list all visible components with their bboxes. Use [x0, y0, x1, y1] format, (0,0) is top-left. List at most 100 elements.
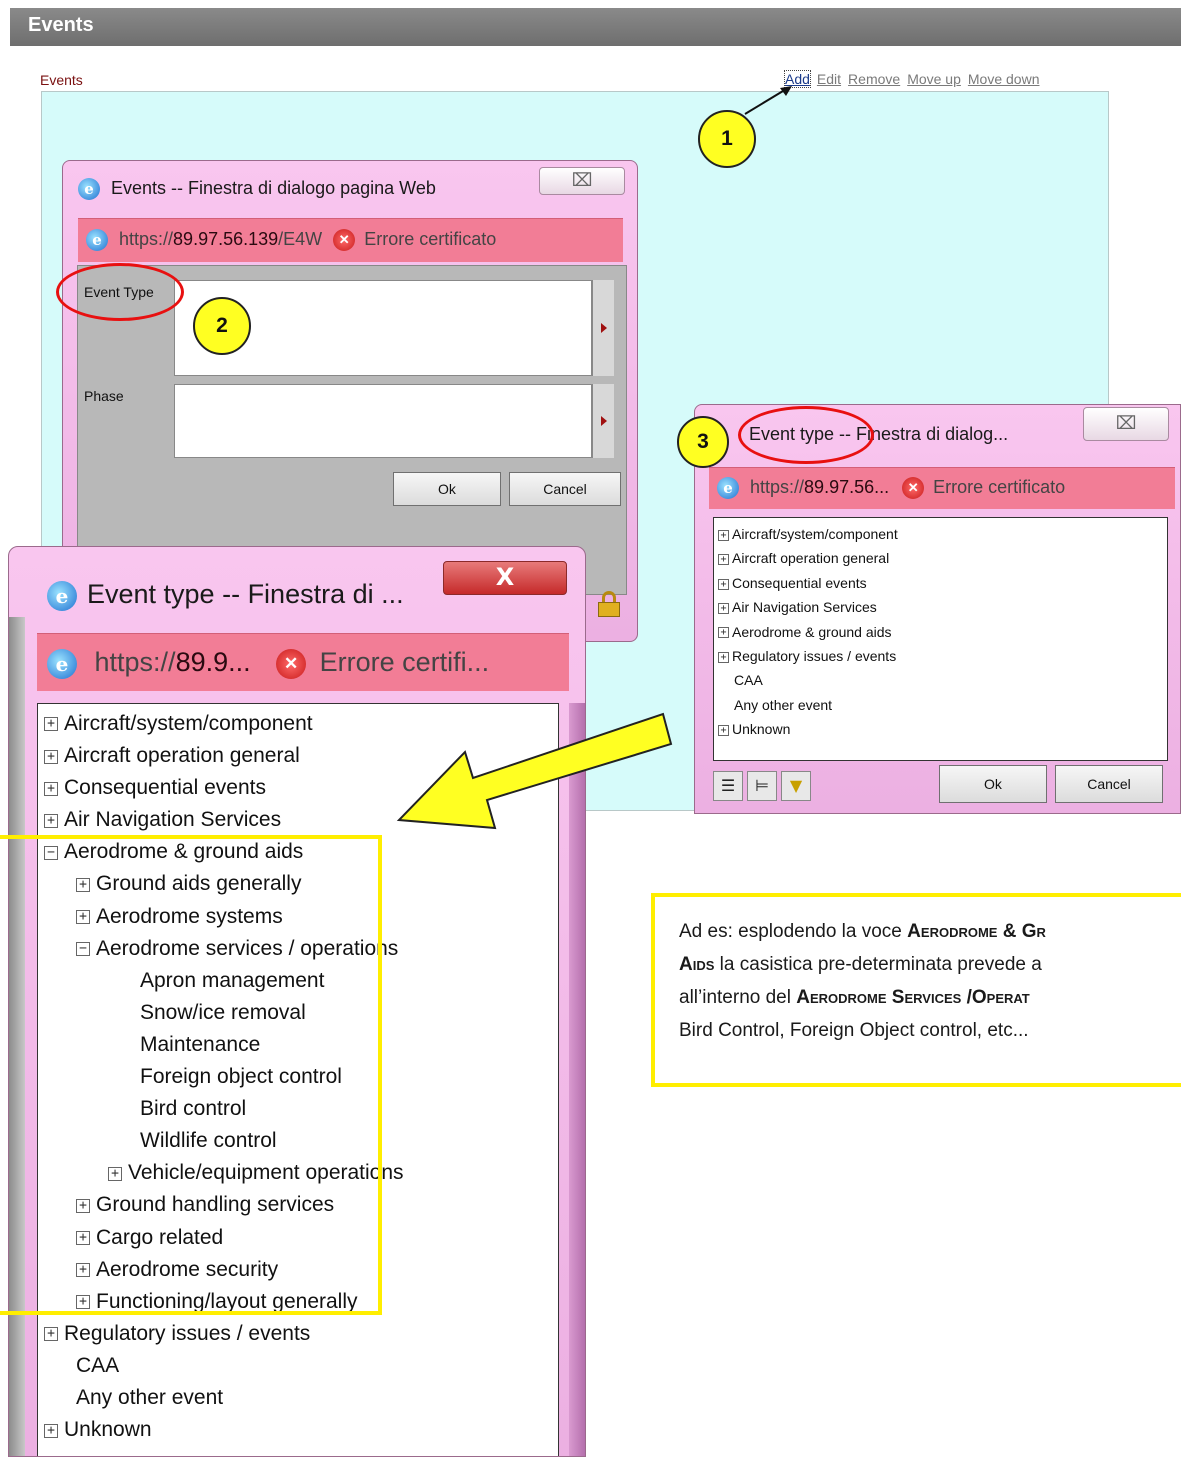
cert-error-text[interactable]: Errore certificato: [364, 229, 496, 249]
ok-button[interactable]: Ok: [393, 472, 501, 506]
tree-item[interactable]: + Air Navigation Services: [718, 595, 1163, 619]
tree-item-label: Regulatory issues / events: [64, 1321, 311, 1345]
expand-icon[interactable]: +: [718, 554, 729, 566]
close-button[interactable]: ⌧: [539, 167, 625, 195]
tree-item[interactable]: Any other event: [44, 1382, 552, 1414]
url-text: https://89.9...: [94, 647, 251, 677]
move-down-link[interactable]: Move down: [968, 71, 1040, 87]
tree-item-label: Consequential events: [64, 776, 266, 800]
close-button[interactable]: ⌧: [1083, 407, 1169, 441]
event-type-tree-small: + Aircraft/system/component + Aircraft oper…: [713, 517, 1168, 761]
cert-error-text[interactable]: Errore certifi...: [320, 647, 490, 677]
ie-icon: e: [47, 648, 77, 679]
close-button[interactable]: X: [443, 561, 567, 595]
tree-item-label: Consequential events: [732, 574, 867, 591]
cert-error-text[interactable]: Errore certificato: [933, 477, 1065, 497]
callout-1: 1: [698, 110, 756, 168]
address-bar: e https://89.9... ✕ Errore certifi...: [37, 633, 569, 691]
tree-item-label: Unknown: [64, 1418, 152, 1442]
arrow-to-add: [744, 86, 792, 115]
expand-icon[interactable]: +: [718, 578, 729, 590]
expand-icon[interactable]: +: [718, 651, 729, 663]
ok-button[interactable]: Ok: [939, 765, 1047, 803]
ie-icon: e: [78, 178, 100, 201]
tree-item-label: Aircraft operation general: [64, 744, 300, 768]
tree-item-label: Aircraft/system/component: [64, 712, 313, 735]
list-icon[interactable]: ☰: [713, 771, 743, 801]
tree-item[interactable]: CAA: [718, 668, 1163, 692]
tree-item-label: Air Navigation Services: [732, 599, 877, 616]
ie-icon: e: [86, 229, 108, 252]
tree-item[interactable]: + Regulatory issues / events: [718, 644, 1163, 668]
events-actions: Add Edit Remove Move up Move down: [784, 70, 1046, 88]
expand-icon[interactable]: +: [718, 602, 729, 614]
expand-icon[interactable]: +: [44, 1327, 58, 1342]
cancel-button[interactable]: Cancel: [1055, 765, 1163, 803]
tree-item[interactable]: + Unknown: [718, 717, 1163, 741]
url-text: https://89.97.56.139/E4W: [119, 229, 323, 249]
tree-item-label: Regulatory issues / events: [732, 647, 897, 664]
tree-item[interactable]: + Unknown: [44, 1414, 552, 1446]
expand-icon[interactable]: +: [718, 724, 729, 736]
tree-item-label: Unknown: [732, 721, 791, 738]
ie-icon: e: [47, 581, 77, 611]
expand-icon[interactable]: +: [44, 813, 58, 828]
expand-icon[interactable]: +: [718, 627, 729, 639]
tree-item-label: Any other event: [76, 1385, 224, 1409]
tree-item-label: Air Navigation Services: [64, 808, 282, 832]
expand-icon[interactable]: +: [44, 781, 58, 796]
callout-ring-event-type-title: [738, 406, 874, 464]
tree-item[interactable]: + Regulatory issues / events: [44, 1318, 552, 1350]
tree-item[interactable]: Any other event: [718, 693, 1163, 717]
events-dialog-titlebar: e Events -- Finestra di dialogo pagina W…: [78, 178, 436, 201]
phase-field[interactable]: [174, 384, 592, 458]
tree-item-label: CAA: [734, 672, 763, 689]
expand-icon[interactable]: +: [44, 717, 58, 732]
tree-item[interactable]: + Aircraft/system/component: [718, 522, 1163, 546]
phase-label: Phase: [84, 388, 124, 404]
tree-item-label: CAA: [76, 1353, 120, 1377]
callout-3: 3: [677, 416, 729, 468]
tree-item-label: Any other event: [734, 696, 833, 713]
lock-icon: [598, 591, 620, 617]
tree-item[interactable]: CAA: [44, 1350, 552, 1382]
tree-item-label: Aircraft/system/component: [732, 526, 898, 542]
cert-error-icon: ✕: [276, 648, 307, 679]
events-dialog-title: Events -- Finestra di dialogo pagina Web: [111, 178, 436, 198]
tree-item-label: Aerodrome & ground aids: [732, 623, 892, 640]
cancel-button[interactable]: Cancel: [509, 472, 621, 506]
events-section-label: Events: [40, 72, 83, 88]
highlight-box: [0, 835, 382, 1315]
expand-icon[interactable]: +: [718, 529, 729, 541]
remove-link[interactable]: Remove: [848, 71, 900, 87]
address-bar: e https://89.97.56.139/E4W ✕ Errore cert…: [78, 218, 623, 262]
page-header: Events: [10, 8, 1181, 46]
event-type-large-title: Event type -- Finestra di ...: [87, 579, 404, 609]
event-type-picker-button[interactable]: [592, 280, 614, 376]
note-box: Ad es: esplodendo la voce Aerodrome & Gr…: [651, 893, 1181, 1087]
cert-error-icon: ✕: [902, 477, 925, 500]
close-icon: ⌧: [1115, 413, 1137, 434]
expand-icon[interactable]: +: [44, 749, 58, 764]
note-line-4: Bird Control, Foreign Object control, et…: [679, 1020, 1029, 1041]
note-line-3: all’interno del Aerodrome Services /Oper…: [679, 987, 1030, 1008]
callout-ring-event-type: [56, 263, 184, 321]
big-yellow-arrow: [396, 712, 673, 830]
event-type-dialog-small: Event type -- Finestra di dialog... ⌧ e …: [694, 404, 1181, 814]
callout-2: 2: [193, 297, 251, 355]
tree-item[interactable]: + Aircraft operation general: [718, 546, 1163, 570]
tree-item-label: Aircraft operation general: [732, 550, 890, 567]
phase-picker-button[interactable]: [592, 384, 614, 458]
tree-item[interactable]: + Consequential events: [718, 571, 1163, 595]
tree-icon[interactable]: ⊨: [747, 771, 777, 801]
filter-icon[interactable]: ▼: [781, 771, 811, 801]
note-line-2: Aids la casistica pre-determinata preved…: [679, 954, 1042, 975]
close-icon: ⌧: [571, 170, 593, 191]
expand-icon[interactable]: +: [44, 1423, 58, 1438]
address-bar: e https://89.97.56... ✕ Errore certifica…: [709, 467, 1175, 509]
tree-item[interactable]: + Aerodrome & ground aids: [718, 620, 1163, 644]
move-up-link[interactable]: Move up: [907, 71, 961, 87]
ie-icon: e: [717, 477, 739, 500]
page-title: Events: [28, 14, 94, 36]
edit-link[interactable]: Edit: [817, 71, 841, 87]
